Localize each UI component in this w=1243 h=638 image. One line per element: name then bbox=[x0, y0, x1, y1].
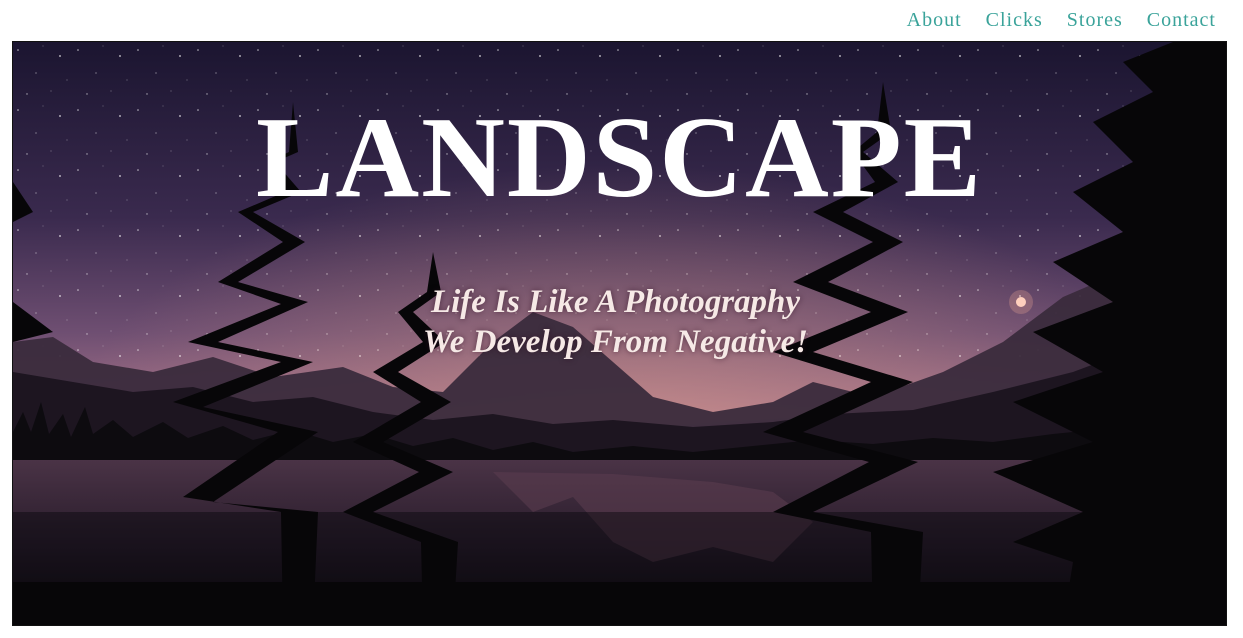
top-navigation: About Clicks Stores Contact bbox=[907, 0, 1243, 40]
hero-banner: LANDSCAPE Life Is Like A Photography We … bbox=[12, 41, 1227, 626]
tagline-line-1: Life Is Like A Photography bbox=[430, 284, 801, 320]
hero-tagline: Life Is Like A Photography We Develop Fr… bbox=[13, 282, 1226, 362]
nav-link-stores[interactable]: Stores bbox=[1067, 9, 1123, 32]
tagline-line-2: We Develop From Negative! bbox=[422, 324, 809, 360]
nav-link-contact[interactable]: Contact bbox=[1147, 9, 1216, 32]
nav-link-about[interactable]: About bbox=[907, 9, 962, 32]
hero-title: LANDSCAPE bbox=[256, 94, 983, 222]
nav-link-clicks[interactable]: Clicks bbox=[986, 9, 1043, 32]
